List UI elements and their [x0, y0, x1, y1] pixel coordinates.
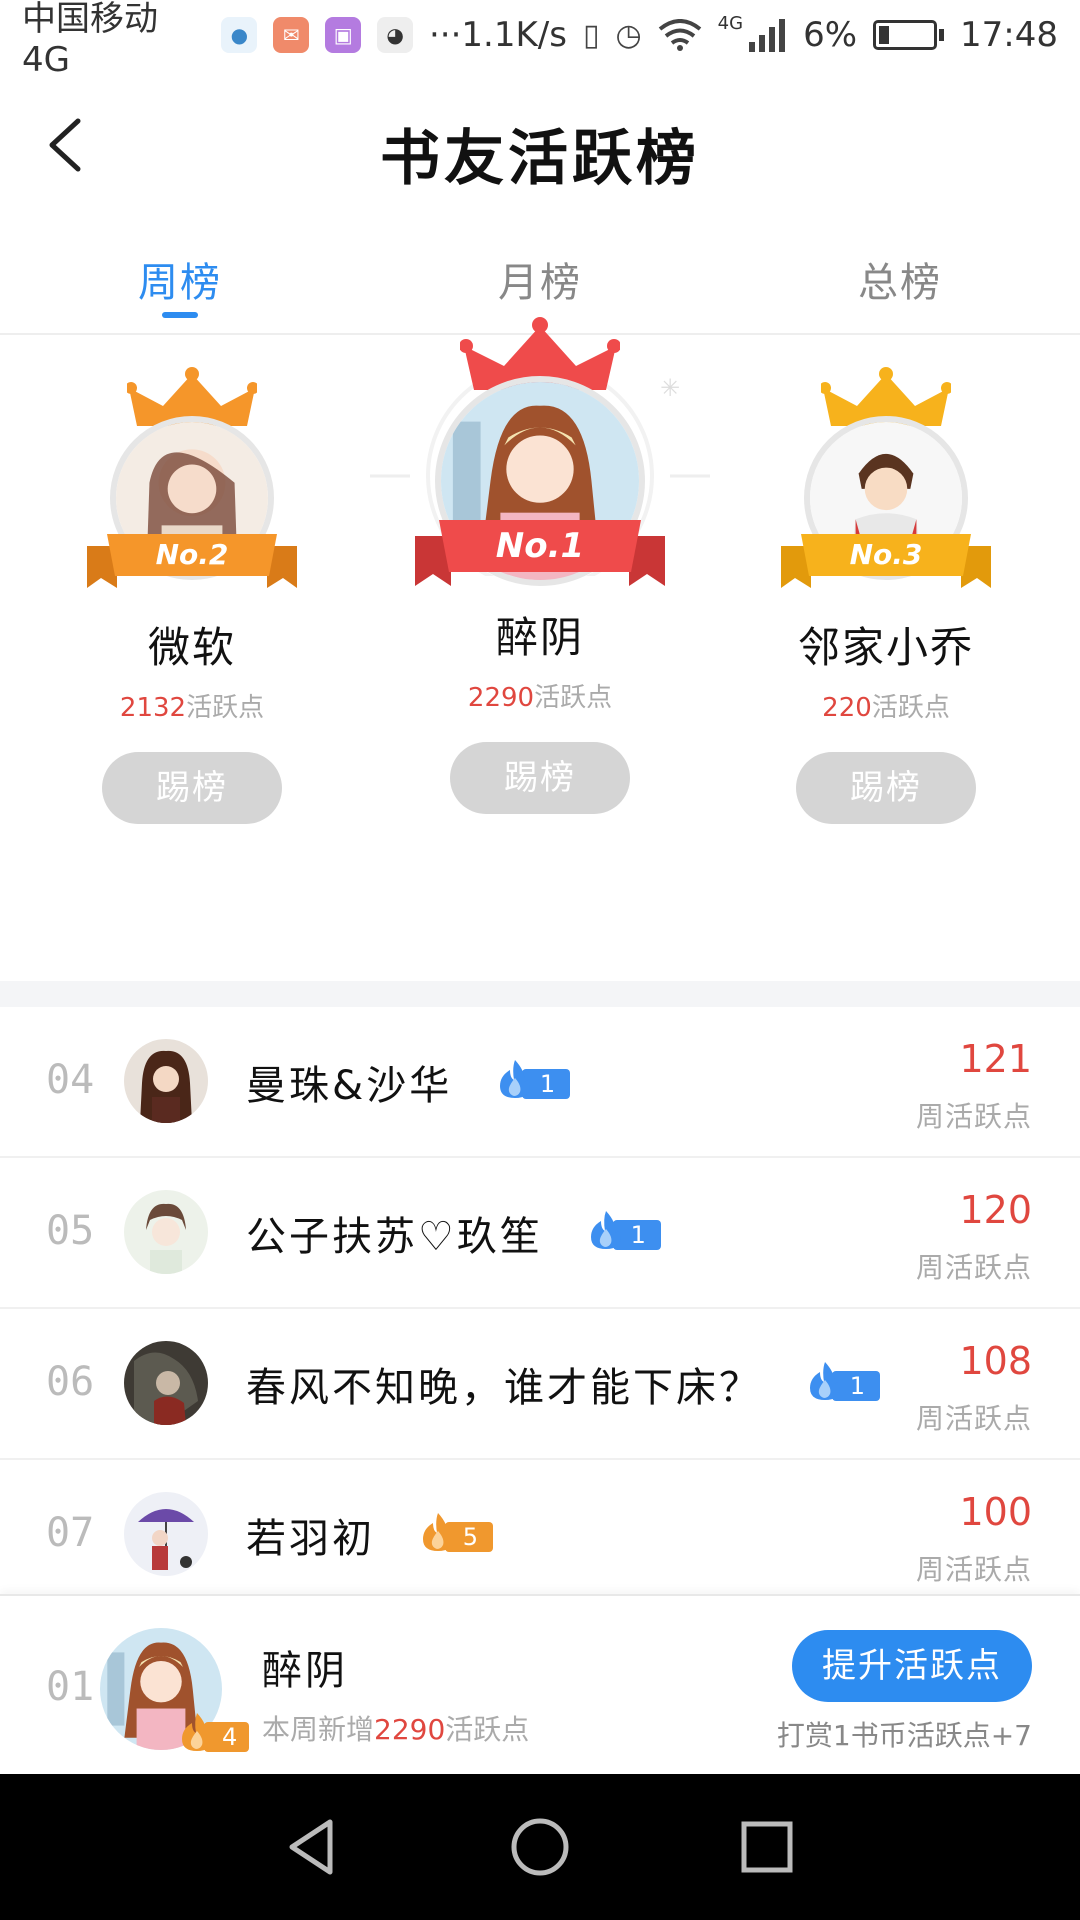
rank-number: 06: [46, 1359, 95, 1405]
podium-rank-3: No.3 邻家小乔 220活跃点 踢榜: [736, 366, 1036, 824]
signal-icon: [749, 19, 786, 52]
podium-rank-1: ✳ No.1 醉阴 2290活跃点 踢榜: [370, 316, 710, 814]
list-item[interactable]: 07 若羽初 5 100 周活跃点: [0, 1460, 1080, 1611]
list-item[interactable]: 05 公子扶苏♡玖笙 1 120 周活跃点: [0, 1158, 1080, 1309]
podium-name: 微软: [147, 623, 236, 672]
podium-points: 2290活跃点: [467, 683, 613, 713]
my-level-badge: 4: [178, 1713, 250, 1754]
flame-icon: [422, 1513, 453, 1551]
score-label: 周活跃点: [915, 1251, 1032, 1284]
my-rank-number: 01: [46, 1664, 95, 1710]
podium-points: 220活跃点: [822, 693, 950, 723]
podium-name: 醉阴: [495, 613, 584, 662]
wifi-icon: [658, 19, 701, 51]
score-label: 周活跃点: [915, 1553, 1032, 1586]
user-avatar[interactable]: [124, 1341, 208, 1425]
battery-icon: [873, 20, 945, 50]
svg-text:✳: ✳: [660, 374, 680, 402]
carrier-label: 中国移动4G: [22, 0, 158, 80]
flame-icon: [590, 1211, 621, 1249]
alarm-icon: ◷: [615, 17, 642, 53]
rank-number: 04: [46, 1057, 95, 1103]
tab-monthly-label: 月榜: [498, 260, 582, 306]
level-badge: 1: [496, 1060, 571, 1101]
active-tab-indicator: [162, 312, 198, 318]
back-triangle-icon[interactable]: [278, 1812, 348, 1882]
score-label: 周活跃点: [915, 1402, 1032, 1435]
battery-percent: 6%: [803, 15, 858, 55]
podium-name: 邻家小乔: [797, 623, 974, 672]
level-badge: 1: [587, 1211, 661, 1252]
kick-button[interactable]: 踢榜: [102, 752, 282, 824]
rank-number: 05: [46, 1208, 95, 1254]
user-name: 若羽初 5: [246, 1506, 493, 1564]
gallery-app-icon: ▣: [325, 17, 362, 53]
reward-note: 打赏1书币活跃点+7: [776, 1719, 1032, 1752]
more-notifications-icon: ···: [428, 15, 462, 55]
podium-points: 2132活跃点: [119, 693, 265, 723]
user-avatar[interactable]: [124, 1492, 208, 1576]
kick-button[interactable]: 踢榜: [450, 742, 630, 814]
tab-weekly[interactable]: 周榜: [0, 220, 360, 333]
flame-icon: [809, 1362, 840, 1400]
podium-rank-2: No.2 微软 2132活跃点 踢榜: [42, 366, 342, 824]
status-bar: 中国移动4G ● ✉ ▣ ◕ ··· 1.1K/s ▯ ◷ 4G 6% 17:4…: [0, 0, 1080, 80]
rank-label: No.1: [495, 526, 585, 566]
home-circle-icon[interactable]: [505, 1812, 575, 1882]
my-weekly-points: 本周新增2290活跃点: [262, 1713, 530, 1746]
score-value: 120: [959, 1188, 1032, 1232]
section-divider: [0, 981, 1080, 1007]
tab-weekly-label: 周榜: [138, 260, 222, 306]
rank-number: 07: [46, 1510, 95, 1556]
clock: 17:48: [960, 15, 1058, 55]
list-item[interactable]: 06 春风不知晚，谁才能下床？ 1 108 周活跃点: [0, 1309, 1080, 1460]
tab-total[interactable]: 总榜: [720, 220, 1080, 333]
page-title: 书友活跃榜: [380, 124, 700, 194]
app-notification-icon: ●: [221, 17, 258, 53]
top-three-podium: No.2 微软 2132活跃点 踢榜 ✳ No.1 醉阴 2290活跃点 踢榜 …: [0, 317, 1080, 981]
level-badge: 5: [419, 1513, 493, 1554]
app-header: 书友活跃榜: [0, 70, 1080, 220]
recents-square-icon[interactable]: [732, 1812, 802, 1882]
score-label: 周活跃点: [915, 1100, 1032, 1133]
user-avatar[interactable]: [124, 1039, 208, 1123]
score-value: 100: [959, 1490, 1032, 1534]
rank-label: No.2: [155, 538, 229, 571]
vibrate-icon: ▯: [582, 17, 600, 53]
score-value: 121: [959, 1037, 1032, 1081]
rank-label: No.3: [849, 538, 923, 571]
score-value: 108: [959, 1339, 1032, 1383]
user-avatar[interactable]: [124, 1190, 208, 1274]
kick-button[interactable]: 踢榜: [796, 752, 976, 824]
user-name: 曼珠&沙华 1: [246, 1053, 571, 1111]
list-item[interactable]: 04 曼珠&沙华 1 121 周活跃点: [0, 1007, 1080, 1158]
boost-activity-button[interactable]: 提升活跃点: [792, 1630, 1032, 1702]
level-badge: 1: [806, 1362, 880, 1403]
flame-icon: [182, 1713, 212, 1751]
mail-app-icon: ✉: [273, 17, 310, 53]
network-speed: 1.1K/s: [461, 15, 567, 55]
tab-total-label: 总榜: [858, 260, 942, 306]
system-nav-bar: [0, 1774, 1080, 1920]
user-name: 公子扶苏♡玖笙 1: [246, 1204, 661, 1262]
ranking-list: 04 曼珠&沙华 1 121 周活跃点 05 公子扶苏♡玖笙 1 120 周活跃…: [0, 1007, 1080, 1611]
user-name: 春风不知晚，谁才能下床？ 1: [246, 1355, 880, 1413]
flame-icon: [499, 1060, 530, 1098]
my-name: 醉阴: [262, 1648, 348, 1694]
panda-app-icon: ◕: [377, 17, 413, 53]
my-ranking-bar: 01 4 醉阴 本周新增2290活跃点 提升活跃点 打赏1书币活跃点+7: [0, 1594, 1080, 1774]
network-type: 4G: [717, 12, 744, 34]
